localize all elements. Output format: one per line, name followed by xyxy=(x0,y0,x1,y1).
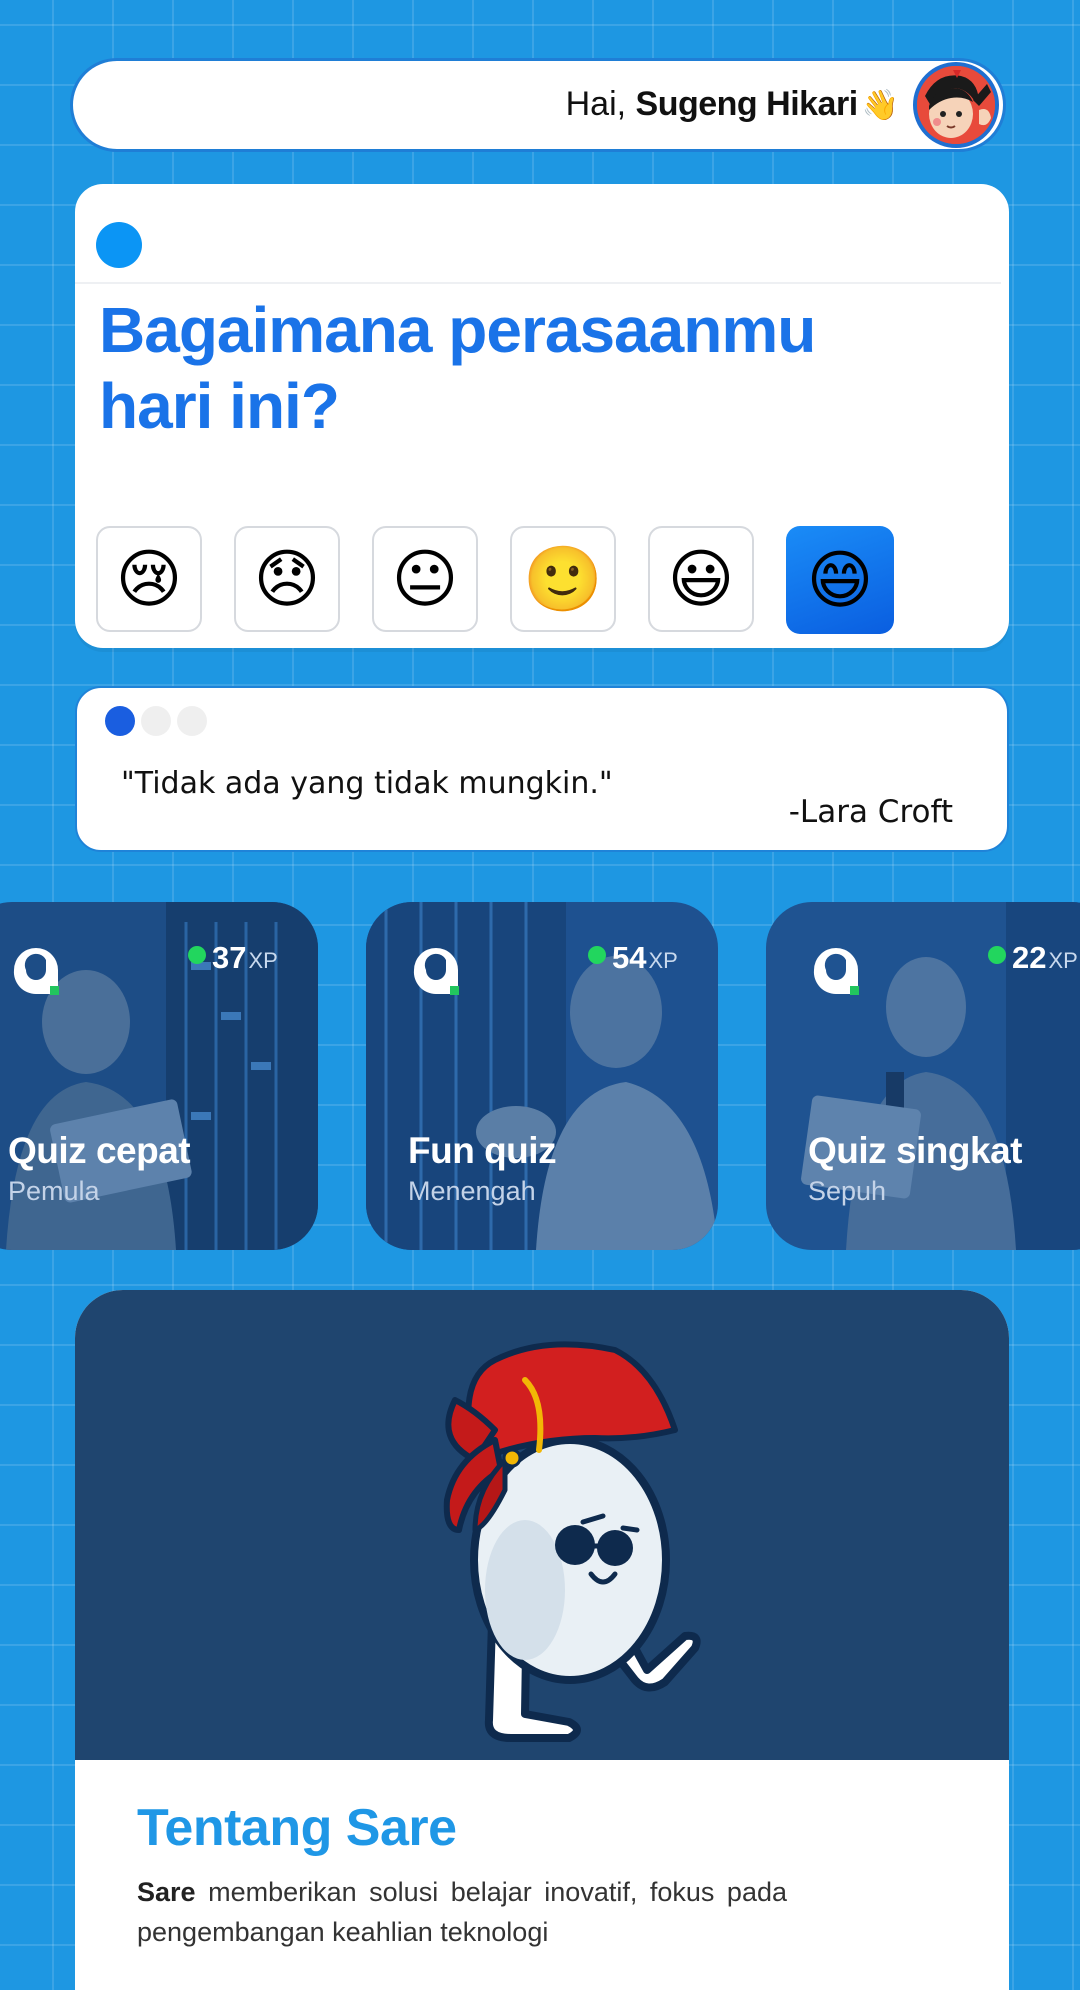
mood-divider xyxy=(75,282,1001,284)
quiz-card-quiz-singkat[interactable]: 22XP Quiz singkat Sepuh xyxy=(766,902,1080,1250)
slightly-smiling-face-icon: 🙂 xyxy=(523,543,603,615)
greeting-header: Hai, Sugeng Hikari 👋 xyxy=(70,58,1006,152)
greeting-prefix: Hai, xyxy=(565,85,636,123)
greeting-text: Hai, Sugeng Hikari 👋 xyxy=(566,85,899,124)
user-name: Sugeng Hikari xyxy=(635,85,859,123)
status-dot xyxy=(988,946,1006,964)
pagination-dot-2[interactable] xyxy=(141,706,171,736)
mood-option-disappointed[interactable]: 😞 xyxy=(234,526,340,632)
sare-logo-icon xyxy=(413,948,459,995)
sare-logo-icon xyxy=(13,948,59,995)
xp-badge: 54XP xyxy=(588,940,678,976)
mood-indicator-dot xyxy=(96,222,142,268)
quiz-level: Menengah xyxy=(408,1176,536,1206)
crying-face-icon: 😢 xyxy=(115,543,183,615)
quiz-title: Fun quiz xyxy=(408,1130,557,1171)
wave-icon: 👋 xyxy=(861,89,899,122)
status-dot xyxy=(588,946,606,964)
xp-unit: XP xyxy=(248,948,278,973)
quiz-level: Pemula xyxy=(8,1176,100,1206)
about-title: Tentang Sare xyxy=(137,1799,457,1857)
grinning-face-icon: 😄 xyxy=(806,544,874,616)
xp-value: 37 xyxy=(212,940,247,975)
quiz-level: Sepuh xyxy=(808,1176,887,1206)
quote-text: "Tidak ada yang tidak mungkin." xyxy=(121,766,613,801)
about-brand: Sare xyxy=(137,1877,196,1907)
about-text: memberikan solusi belajar inovatif, foku… xyxy=(137,1877,787,1947)
smiley-face-icon: 😃 xyxy=(667,543,735,615)
xp-badge: 22XP xyxy=(988,940,1078,976)
pagination-dot-1[interactable] xyxy=(105,706,135,736)
mood-option-crying[interactable]: 😢 xyxy=(96,526,202,632)
quiz-title: Quiz singkat xyxy=(808,1130,1022,1171)
quote-card[interactable]: "Tidak ada yang tidak mungkin." -Lara Cr… xyxy=(75,686,1009,852)
mood-option-grinning[interactable]: 😄 xyxy=(786,526,894,634)
quiz-title: Quiz cepat xyxy=(8,1130,191,1171)
avatar[interactable] xyxy=(913,62,999,148)
mood-option-slight-smile[interactable]: 🙂 xyxy=(510,526,616,632)
xp-value: 22 xyxy=(1012,940,1047,975)
avatar-illustration xyxy=(917,66,995,144)
sare-logo-icon xyxy=(813,948,859,995)
xp-unit: XP xyxy=(1048,948,1078,973)
mascot-illustration xyxy=(443,1341,701,1742)
disappointed-face-icon: 😞 xyxy=(253,543,321,615)
xp-badge: 37XP xyxy=(188,940,278,976)
quiz-card-quiz-cepat[interactable]: 37XP Quiz cepat Pemula xyxy=(0,902,318,1250)
mood-option-neutral[interactable]: 😐 xyxy=(372,526,478,632)
mood-card: Bagaimana perasaanmu hari ini? 😢 😞 😐 🙂 😃… xyxy=(75,184,1009,648)
quiz-card-fun-quiz[interactable]: 54XP Fun quiz Menengah xyxy=(366,902,718,1250)
about-description: Sare memberikan solusi belajar inovatif,… xyxy=(137,1872,787,1952)
xp-unit: XP xyxy=(648,948,678,973)
about-hero xyxy=(75,1290,1009,1760)
mood-title: Bagaimana perasaanmu hari ini? xyxy=(99,294,816,442)
about-card: Tentang Sare Sare memberikan solusi bela… xyxy=(75,1290,1009,1990)
mood-option-smiley[interactable]: 😃 xyxy=(648,526,754,632)
neutral-face-icon: 😐 xyxy=(391,543,459,615)
status-dot xyxy=(188,946,206,964)
xp-value: 54 xyxy=(612,940,647,975)
pagination-dot-3[interactable] xyxy=(177,706,207,736)
quote-author: -Lara Croft xyxy=(788,794,953,830)
